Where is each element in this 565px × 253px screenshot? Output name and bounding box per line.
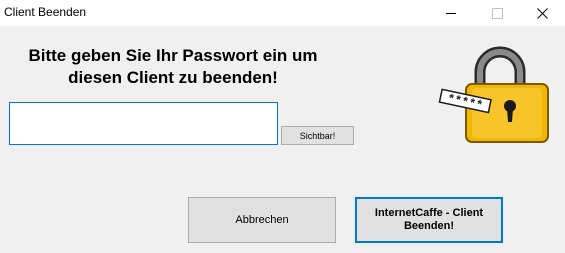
end-client-button[interactable]: InternetCaffe - Client Beenden! <box>355 197 503 243</box>
prompt-heading: Bitte geben Sie Ihr Passwort ein um dies… <box>28 46 318 87</box>
padlock-password-icon: ***** <box>438 46 549 143</box>
show-password-button[interactable]: Sichtbar! <box>281 126 354 145</box>
minimize-button[interactable] <box>428 0 474 26</box>
maximize-button[interactable] <box>474 0 520 26</box>
cancel-button[interactable]: Abbrechen <box>188 197 336 243</box>
close-icon <box>536 7 548 19</box>
title-bar: Client Beenden <box>0 0 565 26</box>
window-title: Client Beenden <box>4 5 87 19</box>
minimize-icon <box>446 12 456 14</box>
close-button[interactable] <box>519 0 565 26</box>
password-input[interactable] <box>9 102 278 145</box>
maximize-icon <box>491 7 503 19</box>
